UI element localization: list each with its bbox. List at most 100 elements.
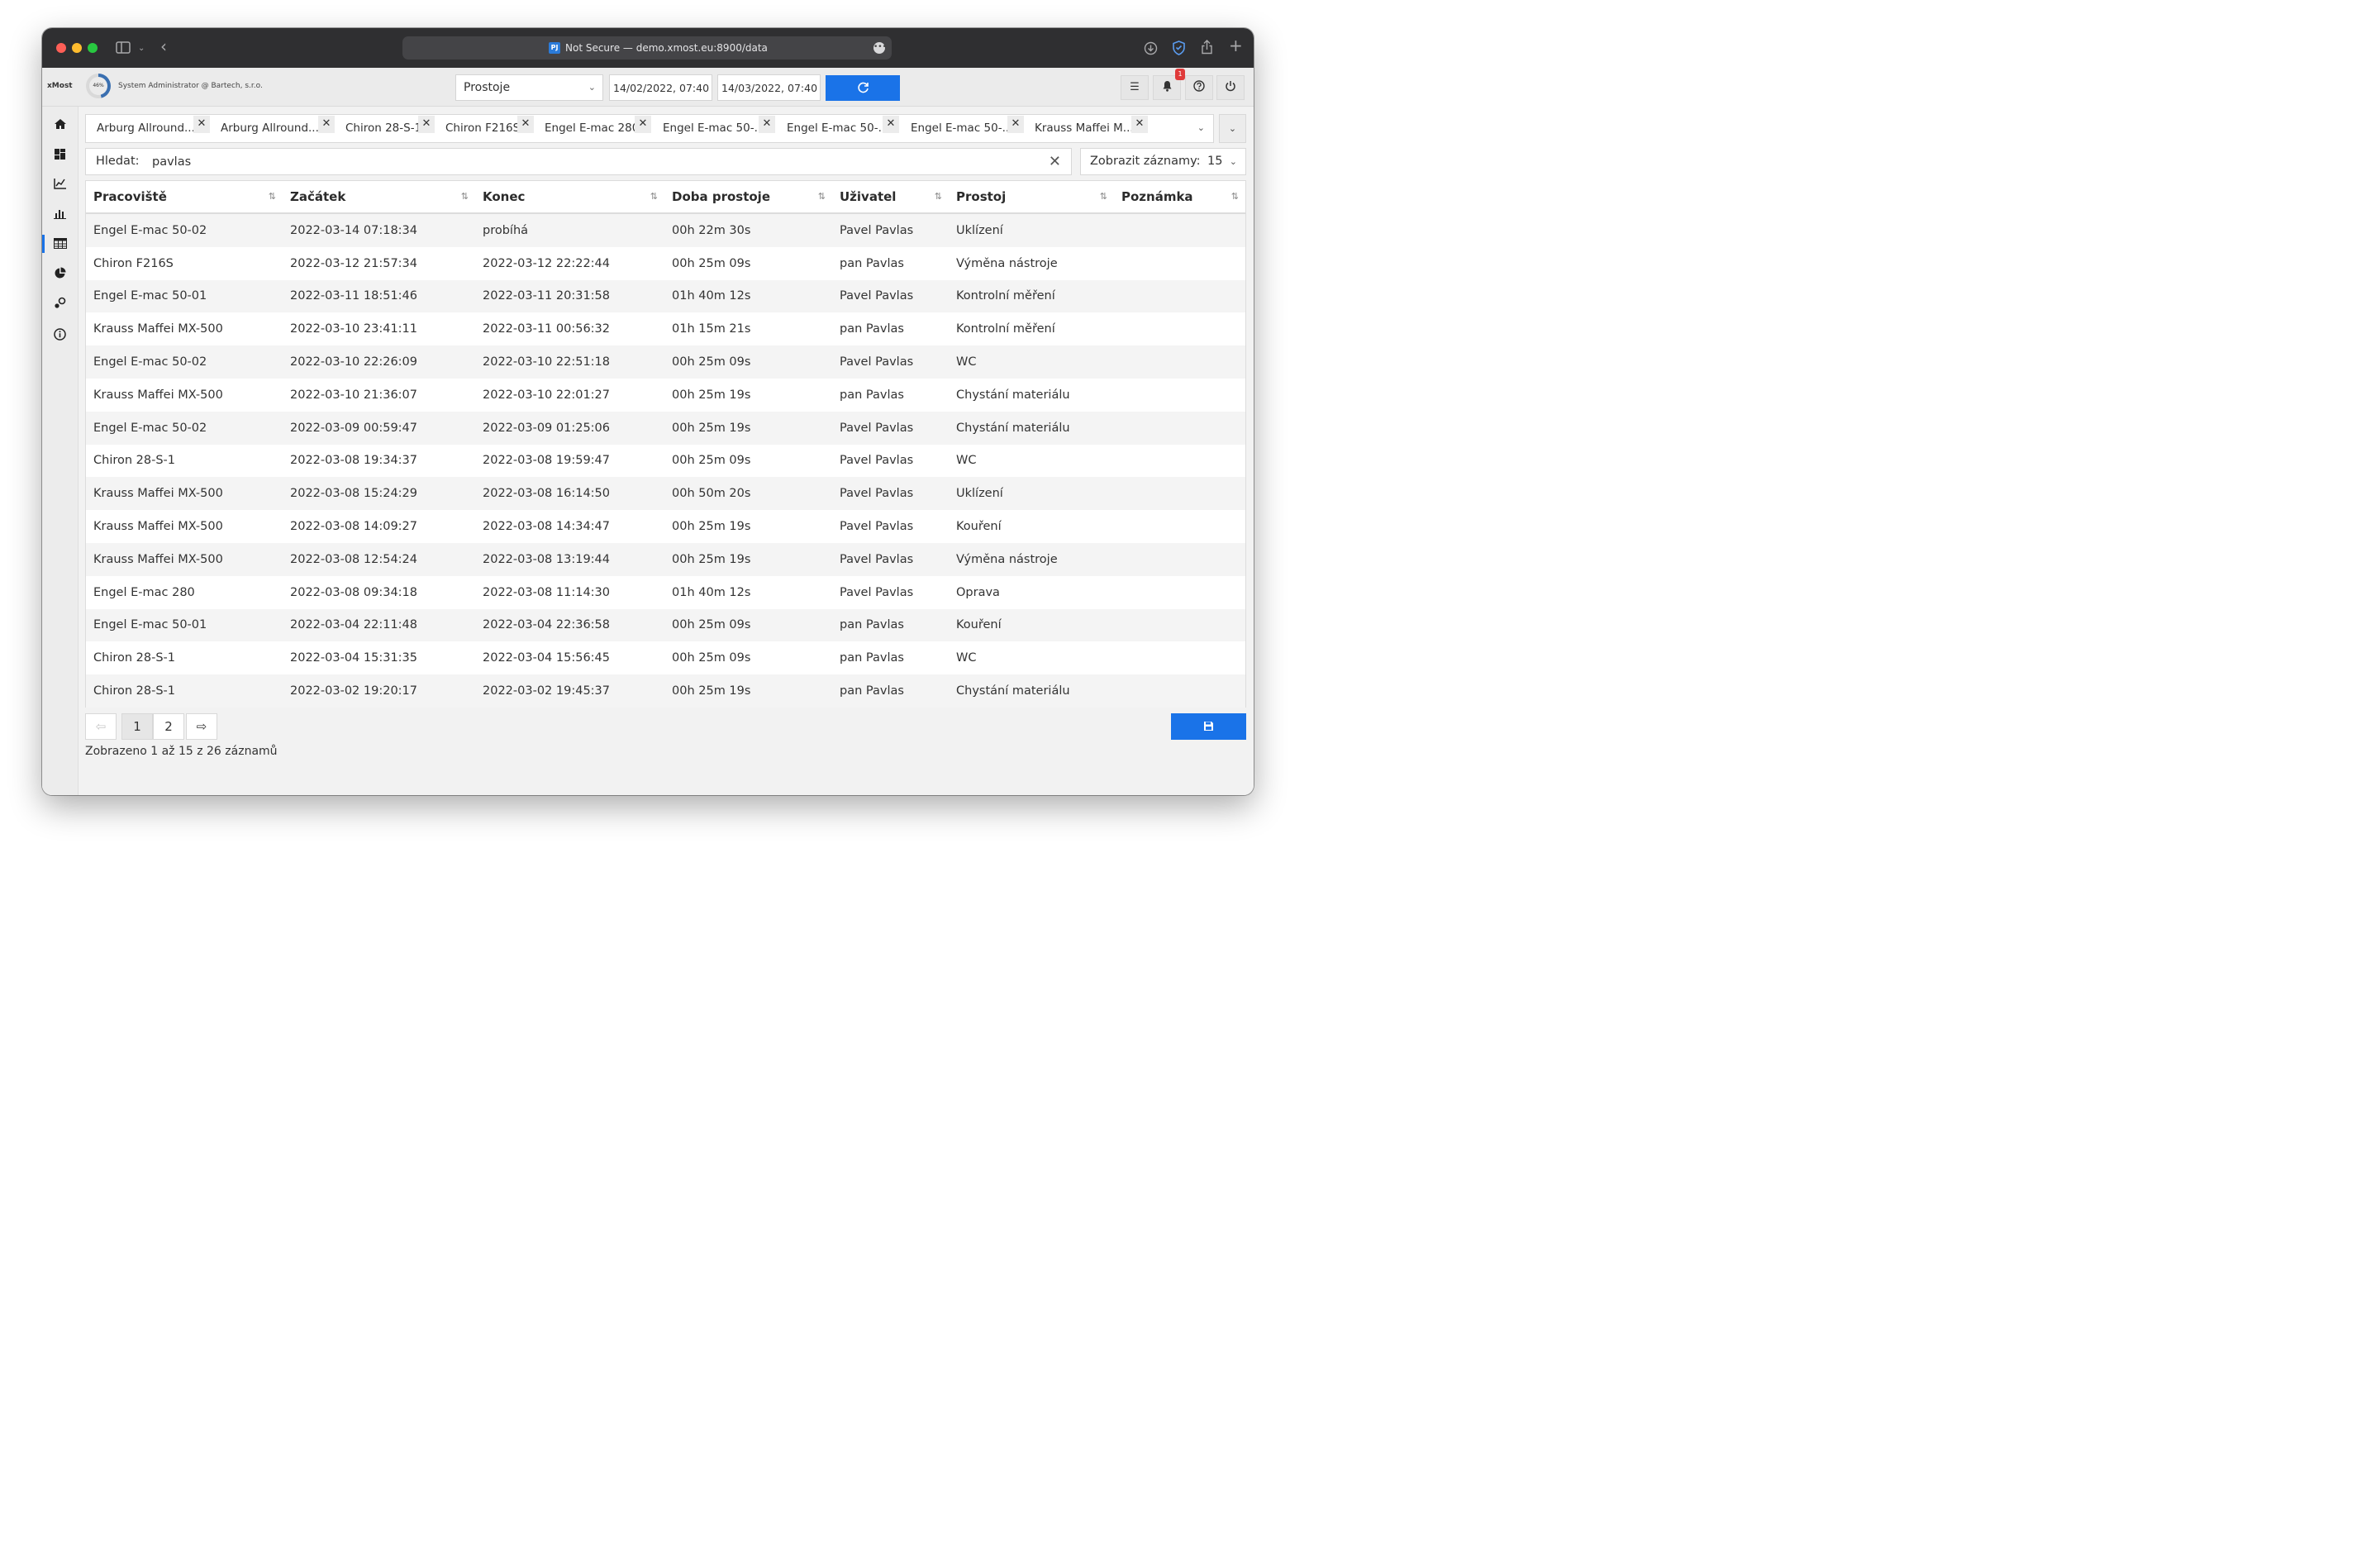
remove-chip-icon[interactable]: ✕ bbox=[1007, 116, 1024, 133]
table-row[interactable]: Engel E-mac 50-02 2022-03-14 07:18:34 prob… bbox=[86, 213, 1245, 247]
refresh-button[interactable] bbox=[826, 75, 900, 101]
table-row[interactable]: Krauss Maffei MX-500 2022-03-08 12:54:24 2… bbox=[86, 542, 1245, 576]
page-size-select[interactable]: Zobrazit záznamy: 15 ⌄ bbox=[1080, 148, 1246, 175]
sidebar-item-info[interactable] bbox=[42, 323, 78, 348]
table-row[interactable]: Engel E-mac 50-01 2022-03-11 18:51:46 2022… bbox=[86, 279, 1245, 313]
remove-chip-icon[interactable]: ✕ bbox=[883, 116, 899, 133]
cell-downtime: Chystání materiálu bbox=[949, 674, 1114, 708]
cell-downtime: Kontrolní měření bbox=[949, 279, 1114, 313]
table-row[interactable]: Engel E-mac 50-02 2022-03-09 00:59:47 2022… bbox=[86, 411, 1245, 445]
table-row[interactable]: Krauss Maffei MX-500 2022-03-10 21:36:07 2… bbox=[86, 378, 1245, 412]
table-row[interactable]: Engel E-mac 280 2022-03-08 09:34:18 2022-0… bbox=[86, 575, 1245, 609]
cell-end: 2022-03-09 01:25:06 bbox=[475, 411, 664, 445]
cell-start: 2022-03-14 07:18:34 bbox=[283, 213, 475, 247]
remove-chip-icon[interactable]: ✕ bbox=[759, 116, 775, 133]
table-row[interactable]: Chiron F216S 2022-03-12 21:57:34 2022-03-1… bbox=[86, 246, 1245, 280]
remove-chip-icon[interactable]: ✕ bbox=[517, 116, 534, 133]
clear-search-icon[interactable]: ✕ bbox=[1049, 153, 1061, 170]
table-row[interactable]: Krauss Maffei MX-500 2022-03-08 14:09:27 2… bbox=[86, 510, 1245, 543]
column-header-note[interactable]: Poznámka ⇅ bbox=[1114, 181, 1245, 214]
cell-note bbox=[1114, 575, 1245, 609]
table-row[interactable]: Engel E-mac 50-02 2022-03-10 22:26:09 2022… bbox=[86, 345, 1245, 379]
sidebar-item-table[interactable] bbox=[42, 231, 78, 256]
date-from-input[interactable]: 14/02/2022, 07:40 bbox=[609, 74, 712, 101]
help-button[interactable] bbox=[1185, 75, 1213, 100]
column-header-downtime[interactable]: Prostoj ⇅ bbox=[949, 181, 1114, 214]
sort-icon: ⇅ bbox=[460, 191, 469, 202]
cell-duration: 00h 25m 19s bbox=[664, 510, 832, 543]
table-row[interactable]: Krauss Maffei MX-500 2022-03-08 15:24:29 2… bbox=[86, 477, 1245, 511]
sidebar-item-line-chart[interactable] bbox=[42, 172, 78, 197]
menu-button[interactable]: ☰ bbox=[1121, 75, 1149, 100]
zoom-window-button[interactable] bbox=[88, 43, 98, 53]
cell-downtime: Výměna nástroje bbox=[949, 246, 1114, 280]
cell-start: 2022-03-08 19:34:37 bbox=[283, 444, 475, 478]
logout-button[interactable] bbox=[1216, 75, 1245, 100]
cell-user: Pavel Pavlas bbox=[832, 213, 949, 247]
date-to-input[interactable]: 14/03/2022, 07:40 bbox=[717, 74, 821, 101]
workplace-filter[interactable]: Arburg Allround... ✕ Arburg Allround... … bbox=[85, 114, 1214, 143]
download-icon[interactable] bbox=[1144, 41, 1158, 58]
filter-chip-label: Arburg Allround... bbox=[221, 122, 319, 135]
column-header-user[interactable]: Uživatel ⇅ bbox=[832, 181, 949, 214]
remove-chip-icon[interactable]: ✕ bbox=[318, 116, 335, 133]
remove-chip-icon[interactable]: ✕ bbox=[418, 116, 435, 133]
more-icon[interactable]: ••• bbox=[873, 42, 887, 54]
cell-note bbox=[1114, 542, 1245, 576]
export-save-button[interactable] bbox=[1171, 713, 1246, 740]
chevron-down-icon[interactable]: ⌄ bbox=[1197, 122, 1205, 133]
cell-user: Pavel Pavlas bbox=[832, 477, 949, 511]
address-bar[interactable]: PJ Not Secure — demo.xmost.eu:8900/data … bbox=[402, 36, 892, 60]
view-select[interactable]: Prostoje ⌄ bbox=[455, 74, 603, 101]
column-header-end[interactable]: Konec ⇅ bbox=[475, 181, 664, 214]
cell-end: 2022-03-10 22:01:27 bbox=[475, 378, 664, 412]
column-header-label: Prostoj bbox=[956, 189, 1007, 204]
page-button-2[interactable]: 2 bbox=[153, 713, 184, 740]
column-header-start[interactable]: Začátek ⇅ bbox=[283, 181, 475, 214]
cell-end: 2022-03-10 22:51:18 bbox=[475, 345, 664, 379]
sidebar-item-home[interactable] bbox=[42, 112, 78, 137]
shield-icon[interactable] bbox=[1172, 41, 1186, 58]
chevron-down-icon[interactable]: ⌄ bbox=[138, 42, 145, 55]
cell-user: pan Pavlas bbox=[832, 378, 949, 412]
prev-page-button[interactable]: ⇦ bbox=[85, 713, 117, 740]
sidebar-toggle-icon[interactable] bbox=[116, 41, 131, 56]
cell-duration: 00h 25m 09s bbox=[664, 444, 832, 478]
back-icon[interactable]: ‹ bbox=[160, 38, 167, 55]
table-row[interactable]: Chiron 28-S-1 2022-03-04 15:31:35 2022-03-… bbox=[86, 641, 1245, 675]
sidebar-item-dashboard[interactable] bbox=[42, 142, 78, 167]
cell-end: 2022-03-08 16:14:50 bbox=[475, 477, 664, 511]
cell-workplace: Krauss Maffei MX-500 bbox=[86, 510, 283, 543]
minimize-window-button[interactable] bbox=[72, 43, 82, 53]
table-row[interactable]: Krauss Maffei MX-500 2022-03-10 23:41:11 2… bbox=[86, 312, 1245, 346]
cell-user: Pavel Pavlas bbox=[832, 411, 949, 445]
records-summary: Zobrazeno 1 až 15 z 26 záznamů bbox=[85, 745, 278, 758]
table-row[interactable]: Chiron 28-S-1 2022-03-02 19:20:17 2022-03-… bbox=[86, 674, 1245, 708]
cell-note bbox=[1114, 477, 1245, 511]
next-page-button[interactable]: ⇨ bbox=[186, 713, 217, 740]
share-icon[interactable] bbox=[1201, 40, 1213, 57]
sidebar-item-bar-chart[interactable] bbox=[42, 202, 78, 226]
remove-chip-icon[interactable]: ✕ bbox=[193, 116, 210, 133]
close-window-button[interactable] bbox=[56, 43, 66, 53]
filter-expand-button[interactable]: ⌄ bbox=[1219, 114, 1246, 143]
sidebar-item-settings[interactable] bbox=[42, 292, 78, 317]
sidebar-item-pie-chart[interactable] bbox=[42, 262, 78, 287]
column-header-workplace[interactable]: Pracoviště ⇅ bbox=[86, 181, 283, 214]
cell-downtime: Chystání materiálu bbox=[949, 378, 1114, 412]
browser-window: ⌄ ‹ PJ Not Secure — demo.xmost.eu:8900/d… bbox=[42, 28, 1254, 795]
remove-chip-icon[interactable]: ✕ bbox=[1131, 116, 1148, 133]
search-input[interactable] bbox=[145, 150, 1051, 174]
column-header-duration[interactable]: Doba prostoje ⇅ bbox=[664, 181, 832, 214]
new-tab-icon[interactable]: + bbox=[1229, 37, 1243, 54]
bar-chart-icon bbox=[54, 207, 66, 221]
cell-user: pan Pavlas bbox=[832, 608, 949, 642]
table-row[interactable]: Chiron 28-S-1 2022-03-08 19:34:37 2022-03-… bbox=[86, 444, 1245, 478]
cell-start: 2022-03-08 09:34:18 bbox=[283, 575, 475, 609]
page-button-1[interactable]: 1 bbox=[121, 713, 153, 740]
table-row[interactable]: Engel E-mac 50-01 2022-03-04 22:11:48 2022… bbox=[86, 608, 1245, 642]
filter-chip-label: Krauss Maffei M... bbox=[1035, 122, 1134, 135]
cell-end: 2022-03-11 20:31:58 bbox=[475, 279, 664, 313]
remove-chip-icon[interactable]: ✕ bbox=[635, 116, 651, 133]
cell-workplace: Engel E-mac 50-01 bbox=[86, 279, 283, 313]
